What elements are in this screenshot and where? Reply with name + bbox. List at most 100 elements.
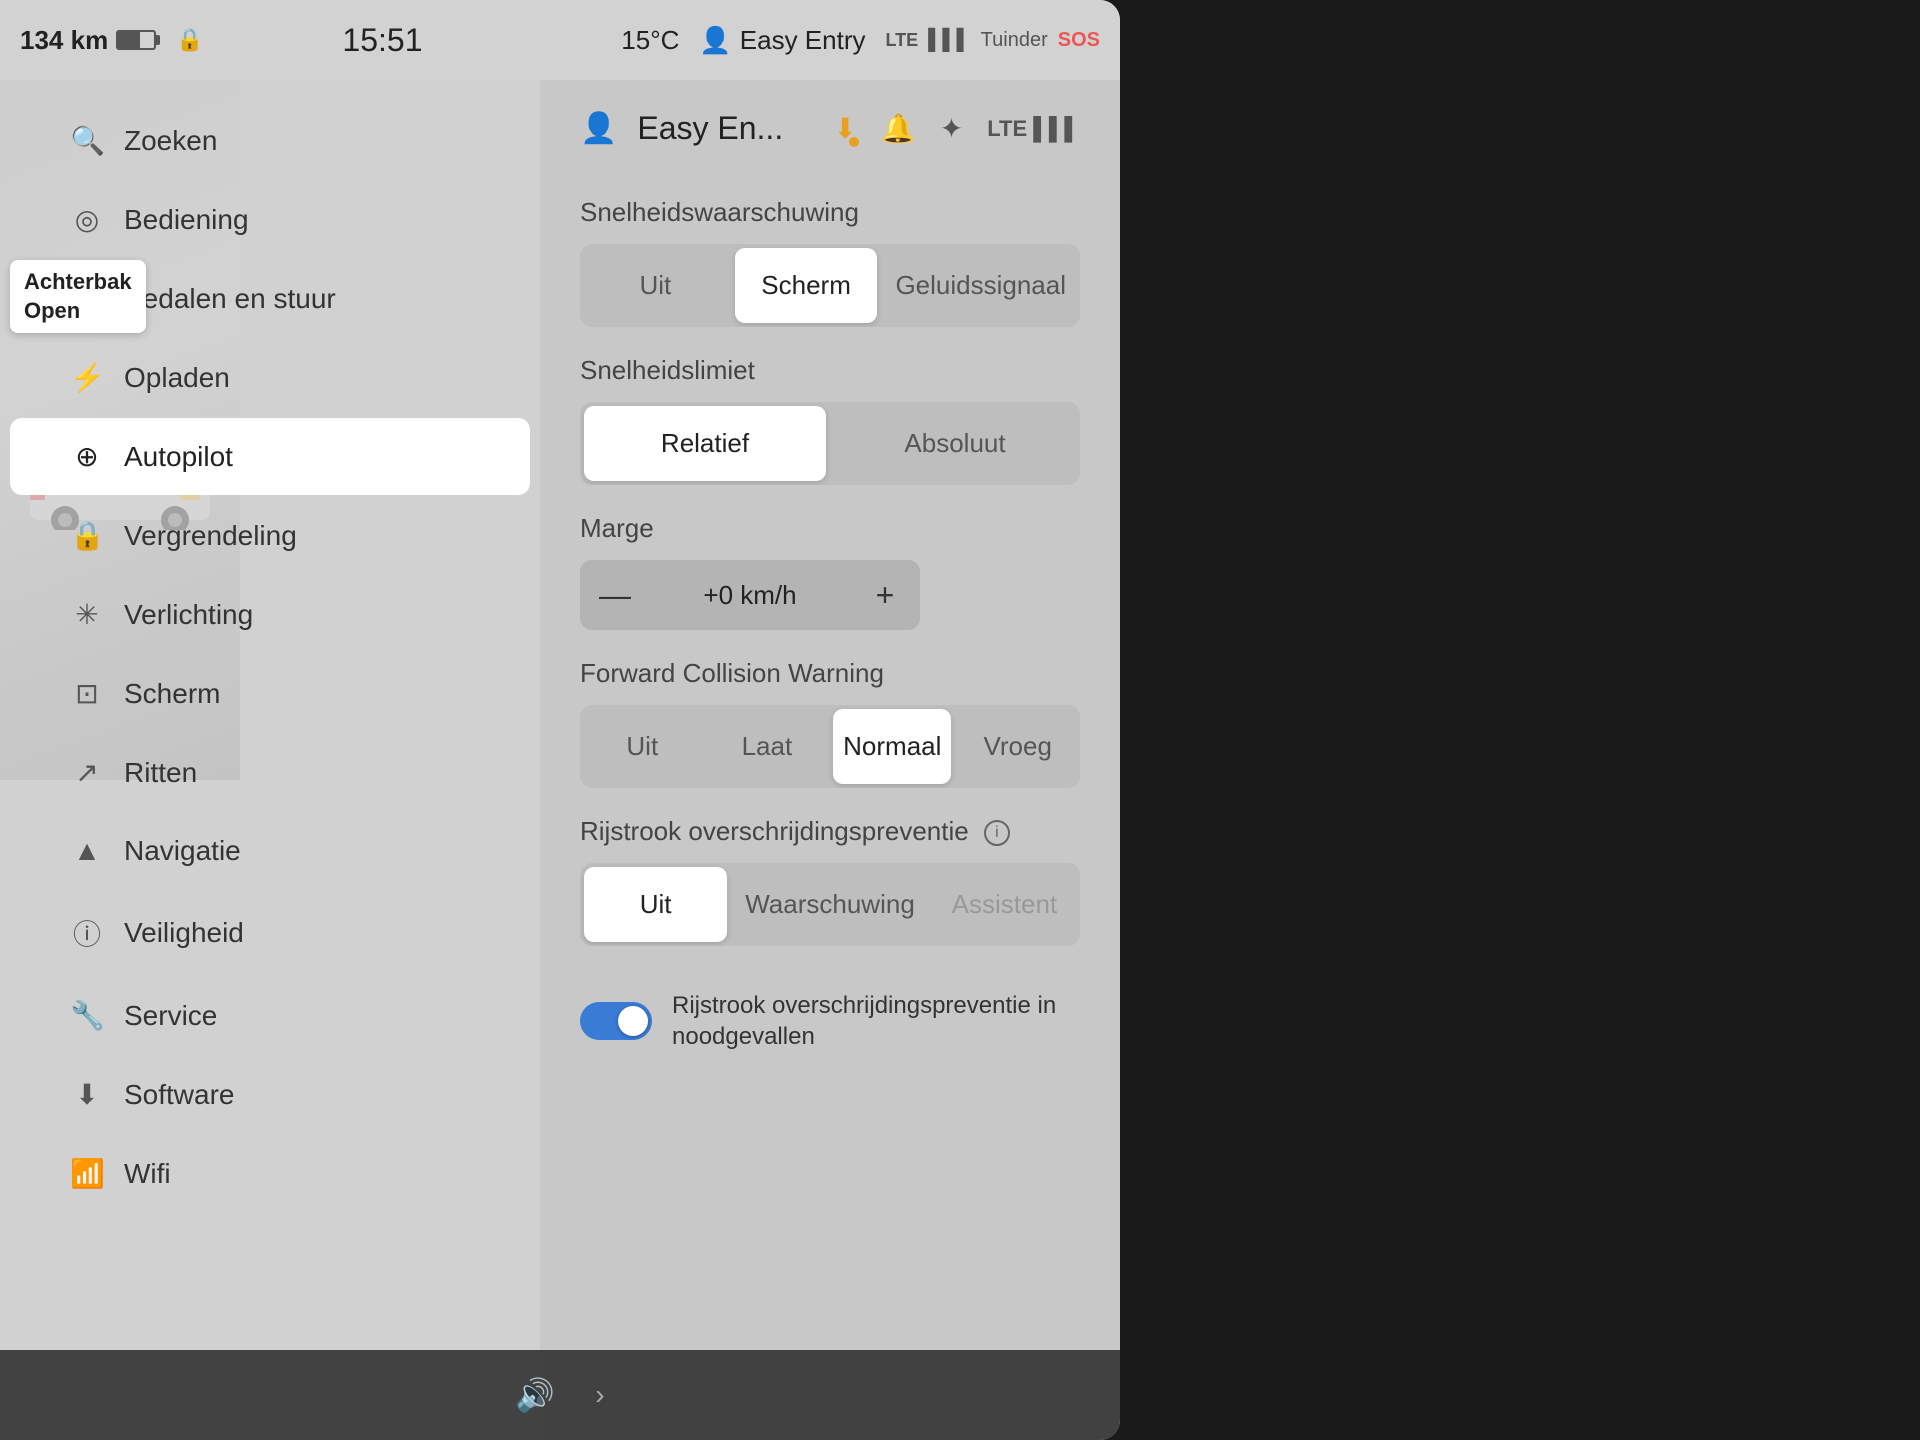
rijstrook-toggle-label: Rijstrook overschrijdingspreventie innoo… xyxy=(672,990,1056,1052)
status-range: 134 km xyxy=(20,25,156,56)
bell-icon[interactable]: 🔔 xyxy=(881,112,916,145)
sidebar-label-service: Service xyxy=(124,1000,217,1032)
profile-status[interactable]: 👤 Easy Entry xyxy=(699,25,865,56)
lte-label: LTE xyxy=(885,30,918,51)
btn-assistent[interactable]: Assistent xyxy=(933,867,1076,942)
sidebar-icon-opladen: ⚡ xyxy=(70,361,104,394)
battery-icon xyxy=(116,30,156,50)
forward-collision-title: Forward Collision Warning xyxy=(580,658,1080,689)
btn-relatief[interactable]: Relatief xyxy=(584,406,826,481)
lte-signal-icon: LTE ▌▌▌ xyxy=(987,116,1080,142)
sidebar-item-opladen[interactable]: ⚡ Opladen xyxy=(10,339,530,416)
sidebar-icon-scherm: ⊡ xyxy=(70,677,104,710)
download-icon[interactable]: ⬇ xyxy=(833,112,856,145)
sidebar-item-vergrendeling[interactable]: 🔒 Vergrendeling xyxy=(10,497,530,574)
snelheidslimiet-section: Snelheidslimiet RelatiefAbsoluut xyxy=(580,355,1080,485)
rijstrook-toggle[interactable] xyxy=(580,1002,652,1040)
rijstrook-toggle-row: Rijstrook overschrijdingspreventie innoo… xyxy=(580,974,1080,1068)
marge-plus-btn[interactable]: + xyxy=(850,560,920,630)
sidebar-icon-vergrendeling: 🔒 xyxy=(70,519,104,552)
sidebar-label-ritten: Ritten xyxy=(124,757,197,789)
sidebar-label-opladen: Opladen xyxy=(124,362,230,394)
btn-uit[interactable]: Uit xyxy=(584,867,727,942)
achterbak-line2: Open xyxy=(24,298,80,323)
marge-title: Marge xyxy=(580,513,1080,544)
sidebar-icon-wifi: 📶 xyxy=(70,1157,104,1190)
sidebar-icon-software: ⬇ xyxy=(70,1078,104,1111)
network-label: Tuinder xyxy=(981,29,1048,52)
forward-collision-section: Forward Collision Warning UitLaatNormaal… xyxy=(580,658,1080,788)
sidebar-item-service[interactable]: 🔧 Service xyxy=(10,977,530,1054)
btn-vroeg[interactable]: Vroeg xyxy=(959,709,1076,784)
minus-icon: — xyxy=(599,577,631,614)
content-profile-icon: 👤 xyxy=(580,111,617,146)
sidebar-label-vergrendeling: Vergrendeling xyxy=(124,520,297,552)
marge-value: +0 km/h xyxy=(650,580,850,611)
sidebar-item-verlichting[interactable]: ✳ Verlichting xyxy=(10,576,530,653)
sidebar-label-pedalen: Pedalen en stuur xyxy=(124,283,336,315)
sidebar-icon-veiligheid: ⓘ xyxy=(70,913,104,953)
btn-waarschuwing[interactable]: Waarschuwing xyxy=(735,867,925,942)
forward-collision-group: UitLaatNormaalVroeg xyxy=(580,705,1080,788)
sidebar-item-wifi[interactable]: 📶 Wifi xyxy=(10,1135,530,1212)
btn-uit[interactable]: Uit xyxy=(584,248,727,323)
sidebar-item-bediening[interactable]: ◎ Bediening xyxy=(10,181,530,258)
sidebar-label-scherm: Scherm xyxy=(124,678,220,710)
chevron-right-icon[interactable]: › xyxy=(595,1379,604,1411)
signal-bars: ▌▌▌ xyxy=(928,29,971,52)
sidebar-label-verlichting: Verlichting xyxy=(124,599,253,631)
content-title: Easy En... xyxy=(637,110,813,147)
sidebar-icon-bediening: ◎ xyxy=(70,203,104,236)
rijstrook-info-icon[interactable]: i xyxy=(984,820,1010,846)
sidebar-item-scherm[interactable]: ⊡ Scherm xyxy=(10,655,530,732)
profile-label: Easy Entry xyxy=(740,25,866,56)
sidebar-item-autopilot[interactable]: ⊕ Autopilot xyxy=(10,418,530,495)
achterbak-badge[interactable]: Achterbak Open xyxy=(10,260,146,333)
sidebar-label-bediening: Bediening xyxy=(124,204,249,236)
achterbak-line1: Achterbak xyxy=(24,269,132,294)
snelheidswaarschuwing-section: Snelheidswaarschuwing UitSchermGeluidssi… xyxy=(580,197,1080,327)
sidebar-item-zoeken[interactable]: 🔍 Zoeken xyxy=(10,102,530,179)
sidebar-label-navigatie: Navigatie xyxy=(124,835,241,867)
sidebar-item-software[interactable]: ⬇ Software xyxy=(10,1056,530,1133)
profile-icon: 👤 xyxy=(699,25,731,56)
rijstrook-group: UitWaarschuwingAssistent xyxy=(580,863,1080,946)
btn-absoluut[interactable]: Absoluut xyxy=(834,406,1076,481)
btn-scherm[interactable]: Scherm xyxy=(735,248,878,323)
sidebar-label-autopilot: Autopilot xyxy=(124,441,233,473)
marge-minus-btn[interactable]: — xyxy=(580,560,650,630)
snelheidswaarschuwing-title: Snelheidswaarschuwing xyxy=(580,197,1080,228)
btn-geluidssignaal[interactable]: Geluidssignaal xyxy=(885,248,1076,323)
sos-label: SOS xyxy=(1058,29,1100,52)
snelheidswaarschuwing-group: UitSchermGeluidssignaal xyxy=(580,244,1080,327)
btn-normaal[interactable]: Normaal xyxy=(833,709,951,784)
sidebar-icon-ritten: ↗ xyxy=(70,756,104,789)
sidebar-item-ritten[interactable]: ↗ Ritten xyxy=(10,734,530,811)
sidebar-icon-zoeken: 🔍 xyxy=(70,124,104,157)
range-text: 134 km xyxy=(20,25,108,56)
snelheidslimiet-title: Snelheidslimiet xyxy=(580,355,1080,386)
bluetooth-icon[interactable]: ✦ xyxy=(940,112,963,145)
status-right-icons: LTE ▌▌▌ Tuinder SOS xyxy=(885,29,1100,52)
sidebar-icon-service: 🔧 xyxy=(70,999,104,1032)
sidebar-label-veiligheid: Veiligheid xyxy=(124,917,244,949)
status-bar: 134 km 🔒 15:51 15°C 👤 Easy Entry LTE ▌▌▌… xyxy=(0,0,1120,80)
rijstrook-section: Rijstrook overschrijdingspreventie i Uit… xyxy=(580,816,1080,946)
btn-laat[interactable]: Laat xyxy=(709,709,826,784)
sidebar-icon-verlichting: ✳ xyxy=(70,598,104,631)
sidebar-icon-autopilot: ⊕ xyxy=(70,440,104,473)
clock: 15:51 xyxy=(164,22,602,59)
snelheidslimiet-group: RelatiefAbsoluut xyxy=(580,402,1080,485)
speaker-icon[interactable]: 🔊 xyxy=(515,1376,555,1414)
sidebar-label-zoeken: Zoeken xyxy=(124,125,217,157)
btn-uit[interactable]: Uit xyxy=(584,709,701,784)
sidebar-item-veiligheid[interactable]: ⓘ Veiligheid xyxy=(10,891,530,975)
taskbar: 🔊 › xyxy=(0,1350,1120,1440)
sidebar-label-wifi: Wifi xyxy=(124,1158,171,1190)
sidebar-icon-navigatie: ▲ xyxy=(70,835,104,867)
marge-section: Marge — +0 km/h + xyxy=(580,513,1080,630)
sidebar-item-navigatie[interactable]: ▲ Navigatie xyxy=(10,813,530,889)
rijstrook-title: Rijstrook overschrijdingspreventie i xyxy=(580,816,1080,847)
sidebar-label-software: Software xyxy=(124,1079,235,1111)
marge-control: — +0 km/h + xyxy=(580,560,920,630)
